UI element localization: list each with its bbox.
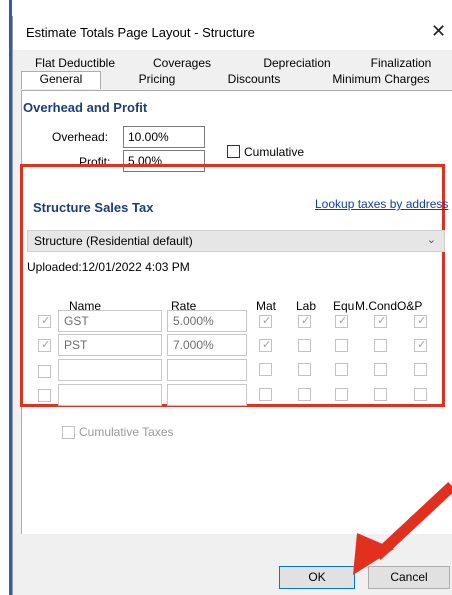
- tax-rate-field[interactable]: [167, 359, 247, 381]
- op-checkbox[interactable]: ✓: [414, 315, 427, 328]
- lab-checkbox[interactable]: [298, 363, 311, 376]
- equ-checkbox[interactable]: [335, 363, 348, 376]
- tab-finalization[interactable]: Finalization: [360, 56, 442, 72]
- col-header-op: O&P: [397, 299, 423, 313]
- cumulative-checkbox[interactable]: [227, 145, 240, 158]
- col-header-mcond: M.Cond: [355, 299, 398, 313]
- tab-flat-deductible[interactable]: Flat Deductible: [32, 56, 118, 72]
- uploaded-timestamp: Uploaded:12/01/2022 4:03 PM: [27, 260, 190, 274]
- col-header-mat: Mat: [256, 299, 277, 313]
- chevron-down-icon: ⌄: [426, 234, 436, 246]
- tax-row-enable-checkbox[interactable]: [38, 389, 51, 402]
- cancel-button[interactable]: Cancel: [368, 566, 450, 589]
- tax-rate-field[interactable]: 7.000%: [167, 334, 247, 356]
- equ-checkbox[interactable]: [335, 339, 348, 352]
- close-icon[interactable]: ✕: [431, 21, 446, 41]
- title-bar: Estimate Totals Page Layout - Structure …: [13, 16, 452, 50]
- tax-row-enable-checkbox[interactable]: [38, 365, 51, 378]
- tab-minimum-charges[interactable]: Minimum Charges: [321, 72, 441, 88]
- cumulative-taxes-checkbox[interactable]: [62, 426, 75, 439]
- mat-checkbox[interactable]: [259, 363, 272, 376]
- overhead-profit-heading: Overhead and Profit: [23, 100, 148, 115]
- tab-coverages[interactable]: Coverages: [147, 56, 217, 72]
- mcond-checkbox[interactable]: ✓: [374, 315, 387, 328]
- lab-checkbox[interactable]: ✓: [298, 315, 311, 328]
- cumulative-label: Cumulative: [244, 145, 305, 159]
- mat-checkbox[interactable]: [259, 388, 272, 401]
- overhead-input[interactable]: 10.00%: [123, 126, 205, 148]
- tab-discounts[interactable]: Discounts: [219, 72, 289, 88]
- tax-region-value: Structure (Residential default): [34, 234, 193, 248]
- lab-checkbox[interactable]: [298, 388, 311, 401]
- tax-name-field[interactable]: [58, 359, 162, 381]
- tax-name-field[interactable]: PST: [58, 334, 162, 356]
- cumulative-taxes-label: Cumulative Taxes: [79, 425, 174, 439]
- op-checkbox[interactable]: [414, 363, 427, 376]
- tax-rate-field[interactable]: [167, 384, 247, 406]
- equ-checkbox[interactable]: ✓: [335, 315, 348, 328]
- dialog-footer: OK Cancel: [13, 534, 452, 595]
- tax-rate-field[interactable]: 5.000%: [167, 310, 247, 332]
- dialog-window: Estimate Totals Page Layout - Structure …: [12, 16, 452, 595]
- mcond-checkbox[interactable]: [374, 363, 387, 376]
- tab-pricing[interactable]: Pricing: [129, 72, 185, 88]
- dialog-title: Estimate Totals Page Layout - Structure: [26, 25, 255, 40]
- tax-name-field[interactable]: GST: [58, 310, 162, 332]
- lookup-taxes-link[interactable]: Lookup taxes by address: [315, 197, 448, 211]
- lab-checkbox[interactable]: [298, 339, 311, 352]
- tax-name-field[interactable]: [58, 384, 162, 406]
- op-checkbox[interactable]: [414, 388, 427, 401]
- mcond-checkbox[interactable]: [374, 339, 387, 352]
- tab-depreciation[interactable]: Depreciation: [257, 56, 337, 72]
- sales-tax-heading: Structure Sales Tax: [33, 200, 154, 215]
- equ-checkbox[interactable]: [335, 388, 348, 401]
- mat-checkbox[interactable]: ✓: [259, 339, 272, 352]
- tax-region-select[interactable]: Structure (Residential default) ⌄: [27, 230, 445, 252]
- mcond-checkbox[interactable]: [374, 388, 387, 401]
- col-header-equ: Equ: [333, 299, 355, 313]
- overhead-label: Overhead:: [52, 130, 109, 144]
- col-header-lab: Lab: [296, 299, 317, 313]
- tab-general[interactable]: General: [21, 71, 101, 89]
- op-checkbox[interactable]: ✓: [414, 339, 427, 352]
- tax-row-enable-checkbox[interactable]: ✓: [38, 315, 51, 328]
- mat-checkbox[interactable]: ✓: [259, 315, 272, 328]
- tax-row-enable-checkbox[interactable]: ✓: [38, 339, 51, 352]
- ok-button[interactable]: OK: [279, 566, 355, 589]
